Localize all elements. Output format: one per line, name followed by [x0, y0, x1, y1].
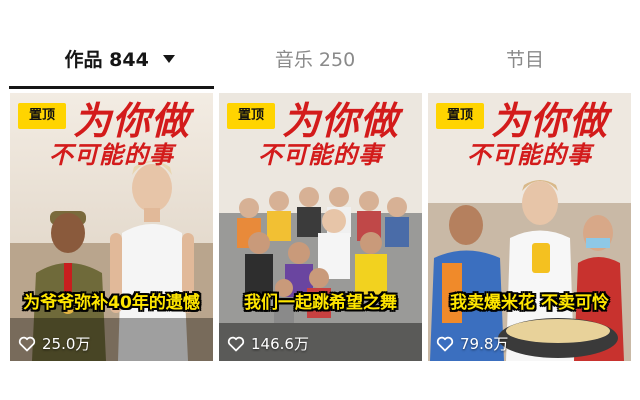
video-card[interactable]: 为你做 不可能的事 置顶 我卖爆米花 不卖可怜 79.8万 — [428, 93, 631, 361]
caret-down-icon[interactable] — [163, 54, 176, 63]
video-caption: 我们一起跳希望之舞 — [244, 293, 397, 313]
headline-line-2: 不可能的事 — [258, 141, 383, 169]
video-card[interactable]: 为你做 不可能的事 置顶 我们一起跳希望之舞 146.6万 — [219, 93, 422, 361]
headline-line-2: 不可能的事 — [49, 141, 174, 169]
like-count: 146.6万 — [227, 333, 309, 355]
tab-music-label: 音乐 — [274, 49, 313, 71]
tab-works-label: 作品 — [64, 49, 103, 71]
video-caption: 我卖爆米花 不卖可怜 — [450, 293, 609, 313]
tab-works-count: 844 — [109, 49, 149, 71]
heart-outline-icon — [18, 336, 36, 352]
video-caption: 为爷爷弥补40年的遗憾 — [23, 293, 200, 313]
tab-programs[interactable]: 节目 — [445, 44, 605, 76]
tab-programs-label: 节目 — [505, 49, 544, 71]
like-count: 79.8万 — [436, 333, 508, 355]
pinned-badge: 置顶 — [436, 103, 484, 129]
like-count: 25.0万 — [18, 333, 90, 355]
video-card[interactable]: 为你做 不可能的事 置顶 为爷爷弥补40年的遗憾 25.0万 — [10, 93, 213, 361]
tab-music[interactable]: 音乐 250 — [235, 44, 395, 76]
heart-outline-icon — [227, 336, 245, 352]
pinned-badge: 置顶 — [227, 103, 275, 129]
headline-line-2: 不可能的事 — [467, 141, 592, 169]
tab-works[interactable]: 作品 844 — [40, 44, 200, 76]
pinned-badge: 置顶 — [18, 103, 66, 129]
tab-music-count: 250 — [318, 49, 356, 71]
like-count-value: 146.6万 — [251, 335, 309, 353]
active-tab-indicator — [9, 86, 214, 89]
heart-outline-icon — [436, 336, 454, 352]
profile-tabs: 作品 844 音乐 250 节目 — [0, 0, 640, 90]
like-count-value: 25.0万 — [42, 335, 91, 353]
like-count-value: 79.8万 — [460, 335, 509, 353]
